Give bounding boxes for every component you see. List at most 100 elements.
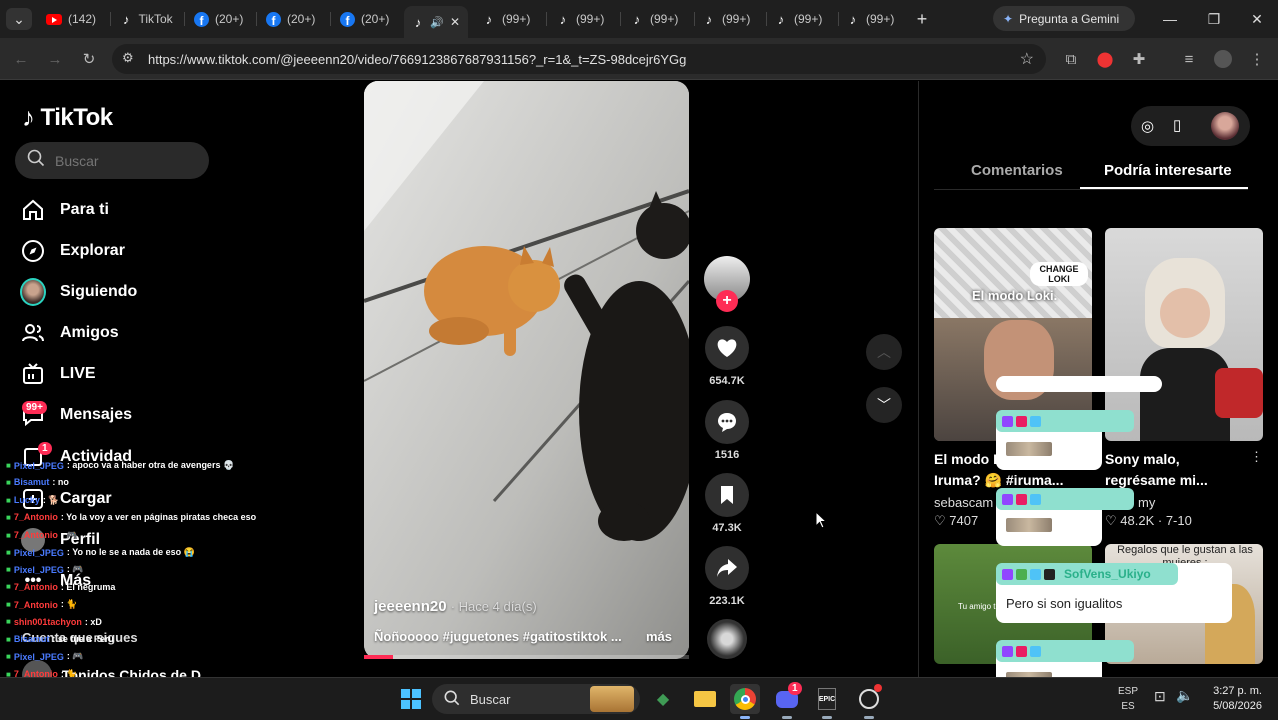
- gemini-button[interactable]: ✦ Pregunta a Gemini: [993, 6, 1135, 31]
- card-1-author[interactable]: sebascam: [934, 495, 993, 510]
- new-tab-button[interactable]: +: [910, 8, 934, 30]
- extension-icon[interactable]: ⧉: [1060, 48, 1082, 70]
- puzzle-icon[interactable]: ✚: [1128, 48, 1150, 70]
- tab-facebook-3[interactable]: f (20+): [332, 6, 402, 32]
- previous-video-button[interactable]: ︿: [866, 334, 902, 370]
- comment-action[interactable]: 1516: [704, 400, 750, 461]
- like-action[interactable]: 654.7K: [704, 326, 750, 387]
- tab-tiktok-7[interactable]: ♪ (99+): [838, 6, 908, 32]
- back-button[interactable]: ←: [10, 48, 32, 70]
- adblock-icon[interactable]: ⬤: [1094, 48, 1116, 70]
- heart-icon[interactable]: [705, 326, 749, 370]
- nav-explorar[interactable]: Explorar: [20, 236, 125, 266]
- sword-badge-icon: ■: [6, 461, 11, 470]
- windows-start-icon[interactable]: [396, 684, 426, 714]
- video-player[interactable]: [364, 81, 689, 659]
- tab-podria-interesarte[interactable]: Podría interesarte: [1104, 162, 1232, 179]
- bookmark-star-icon[interactable]: ☆: [1020, 49, 1034, 69]
- card-1-likes: ♡ 7407: [934, 513, 979, 528]
- obs-icon[interactable]: [854, 684, 884, 714]
- share-action[interactable]: 223.1K: [704, 546, 750, 607]
- card-2-title[interactable]: Sony malo, regrésame mi...: [1105, 449, 1245, 491]
- url-text[interactable]: https://www.tiktok.com/@jeeeenn20/video/…: [148, 52, 686, 67]
- search-input[interactable]: [55, 152, 195, 169]
- chat-text: : apoco va a haber otra de avengers 💀: [66, 460, 235, 470]
- file-explorer-icon[interactable]: [690, 684, 720, 714]
- speaker-icon[interactable]: 🔊: [430, 16, 444, 29]
- card-1-title[interactable]: El modo L Iruma? 🤗 #iruma...: [934, 449, 1063, 491]
- nav-para-ti[interactable]: Para ti: [20, 195, 109, 225]
- tab-tiktok-3[interactable]: ♪ (99+): [548, 6, 618, 32]
- chat-text: : 🎮: [66, 651, 84, 662]
- tab-tiktok-4[interactable]: ♪ (99+): [622, 6, 692, 32]
- site-info-icon[interactable]: ⚙: [122, 50, 134, 66]
- video-progress-bar[interactable]: [364, 655, 689, 659]
- author-avatar-action[interactable]: +: [704, 256, 750, 312]
- tab-facebook-1[interactable]: f (20+): [186, 6, 254, 32]
- nav-live[interactable]: LIVE: [20, 359, 96, 389]
- tab-comentarios[interactable]: Comentarios: [971, 162, 1063, 179]
- tab-tiktok-active[interactable]: ♪ 🔊 ✕: [404, 6, 468, 38]
- minimize-button[interactable]: —: [1158, 8, 1182, 30]
- music-disc[interactable]: [704, 619, 750, 659]
- store-icon[interactable]: ◆: [648, 684, 678, 714]
- network-icon[interactable]: ⊡: [1154, 688, 1166, 705]
- profile-avatar-icon[interactable]: [1212, 48, 1234, 70]
- epic-games-icon[interactable]: EPIC: [812, 684, 842, 714]
- avatar[interactable]: [1211, 112, 1239, 140]
- tab-tiktok-6[interactable]: ♪ (99+): [766, 6, 836, 32]
- phone-icon[interactable]: ▯: [1173, 116, 1181, 134]
- chat-text: : Yo la voy a ver en páginas piratas che…: [60, 512, 257, 523]
- music-disc-icon[interactable]: [707, 619, 747, 659]
- taskbar-search[interactable]: Buscar: [432, 684, 640, 714]
- sword-badge-icon: ■: [6, 634, 11, 644]
- tab-youtube[interactable]: (142): [38, 6, 106, 32]
- tab-tiktok-2[interactable]: ♪ (99+): [474, 6, 544, 32]
- close-window-button[interactable]: ✕: [1245, 8, 1269, 30]
- search-box[interactable]: [15, 142, 209, 179]
- compass-icon[interactable]: ◎: [1141, 117, 1154, 135]
- messages-badge: 99+: [22, 401, 47, 414]
- sword-badge-icon: ■: [6, 600, 11, 610]
- save-action[interactable]: 47.3K: [704, 473, 750, 534]
- activity-badge: 1: [38, 442, 52, 455]
- close-tab-icon[interactable]: ✕: [450, 15, 460, 29]
- more-link[interactable]: más: [646, 629, 672, 644]
- tiktok-logo[interactable]: ♪ TikTok: [22, 102, 113, 133]
- restore-button[interactable]: ❐: [1202, 8, 1226, 30]
- card-options-kebab-icon[interactable]: ⋮: [1250, 449, 1263, 465]
- clock[interactable]: 3:27 p. m. 5/08/2026: [1206, 684, 1262, 714]
- volume-icon[interactable]: 🔈: [1176, 687, 1193, 704]
- next-video-button[interactable]: ﹀: [866, 387, 902, 423]
- chrome-icon[interactable]: [730, 684, 760, 714]
- card-2-author[interactable]: my: [1138, 495, 1155, 510]
- nav-amigos[interactable]: Amigos: [20, 318, 119, 348]
- chat-username: Pixel_JPEG: [13, 564, 64, 575]
- language-indicator[interactable]: ESP ES: [1118, 684, 1138, 714]
- tiktok-icon: ♪: [777, 11, 785, 27]
- omnibox[interactable]: ⚙ https://www.tiktok.com/@jeeeenn20/vide…: [112, 44, 1046, 74]
- reload-button[interactable]: ↻: [78, 48, 100, 70]
- comment-icon[interactable]: [705, 400, 749, 444]
- follow-plus-icon[interactable]: +: [716, 290, 738, 312]
- share-icon[interactable]: [705, 546, 749, 590]
- bookmark-icon[interactable]: [705, 473, 749, 517]
- tab-facebook-2[interactable]: f (20+): [258, 6, 328, 32]
- media-control-icon[interactable]: ≡: [1178, 48, 1200, 70]
- nav-siguiendo[interactable]: Siguiendo: [20, 277, 137, 307]
- tab-tiktok[interactable]: ♪ TikTok: [112, 6, 182, 32]
- video-author[interactable]: jeeeenn20 · Hace 4 día(s): [374, 598, 537, 615]
- chat-text: : 🎮: [66, 564, 84, 575]
- tab-tiktok-5[interactable]: ♪ (99+): [694, 6, 764, 32]
- mouse-cursor-icon: [815, 510, 828, 534]
- forward-button[interactable]: →: [44, 48, 66, 70]
- tiktok-icon: ♪: [559, 11, 567, 27]
- tab-search-button[interactable]: ⌄: [6, 8, 32, 30]
- thumb-badge: CHANGE LOKI: [1030, 262, 1088, 286]
- sword-badge-icon: ■: [6, 565, 11, 575]
- heart-icon: ♡: [934, 513, 946, 528]
- address-bar-row: ← → ↻ ⚙ https://www.tiktok.com/@jeeeenn2…: [0, 38, 1278, 80]
- tiktok-icon: ♪: [22, 102, 35, 132]
- menu-kebab-icon[interactable]: ⋮: [1246, 48, 1268, 70]
- chat-text: : xD: [84, 616, 102, 627]
